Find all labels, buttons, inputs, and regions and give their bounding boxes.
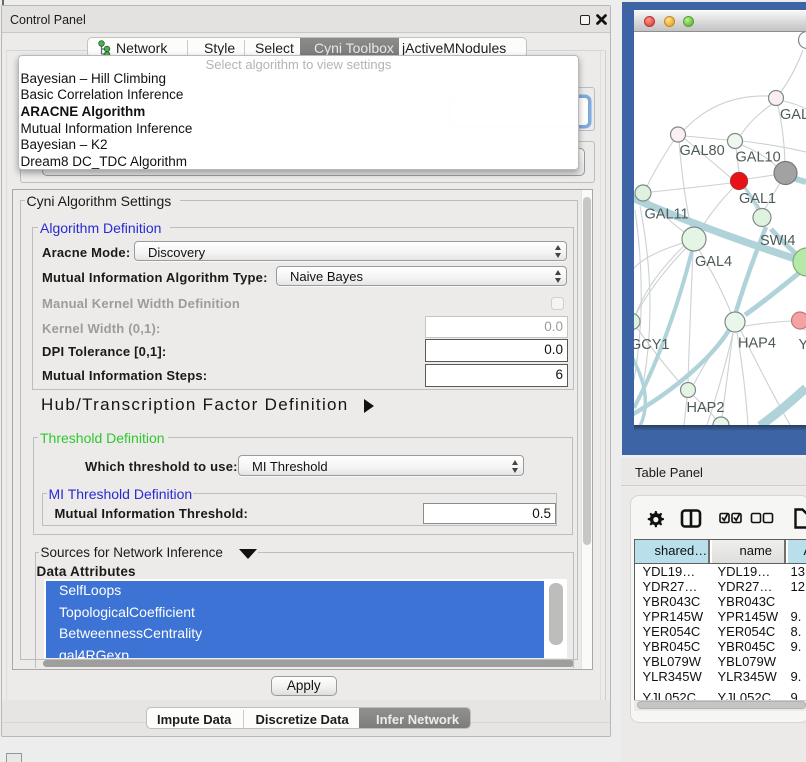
svg-text:GAL1: GAL1	[739, 191, 776, 207]
svg-text:SWI4: SWI4	[760, 233, 795, 249]
svg-text:HAP2: HAP2	[687, 400, 725, 416]
svg-text:GAL7: GAL7	[780, 107, 806, 123]
svg-text:HAP4: HAP4	[738, 336, 776, 352]
svg-text:GAL80: GAL80	[680, 143, 725, 159]
svg-text:Y: Y	[799, 337, 806, 353]
svg-text:GCY1: GCY1	[634, 337, 670, 353]
svg-text:GAL11: GAL11	[645, 207, 689, 223]
svg-text:GAL4: GAL4	[695, 254, 732, 270]
svg-text:GAL10: GAL10	[736, 150, 781, 166]
